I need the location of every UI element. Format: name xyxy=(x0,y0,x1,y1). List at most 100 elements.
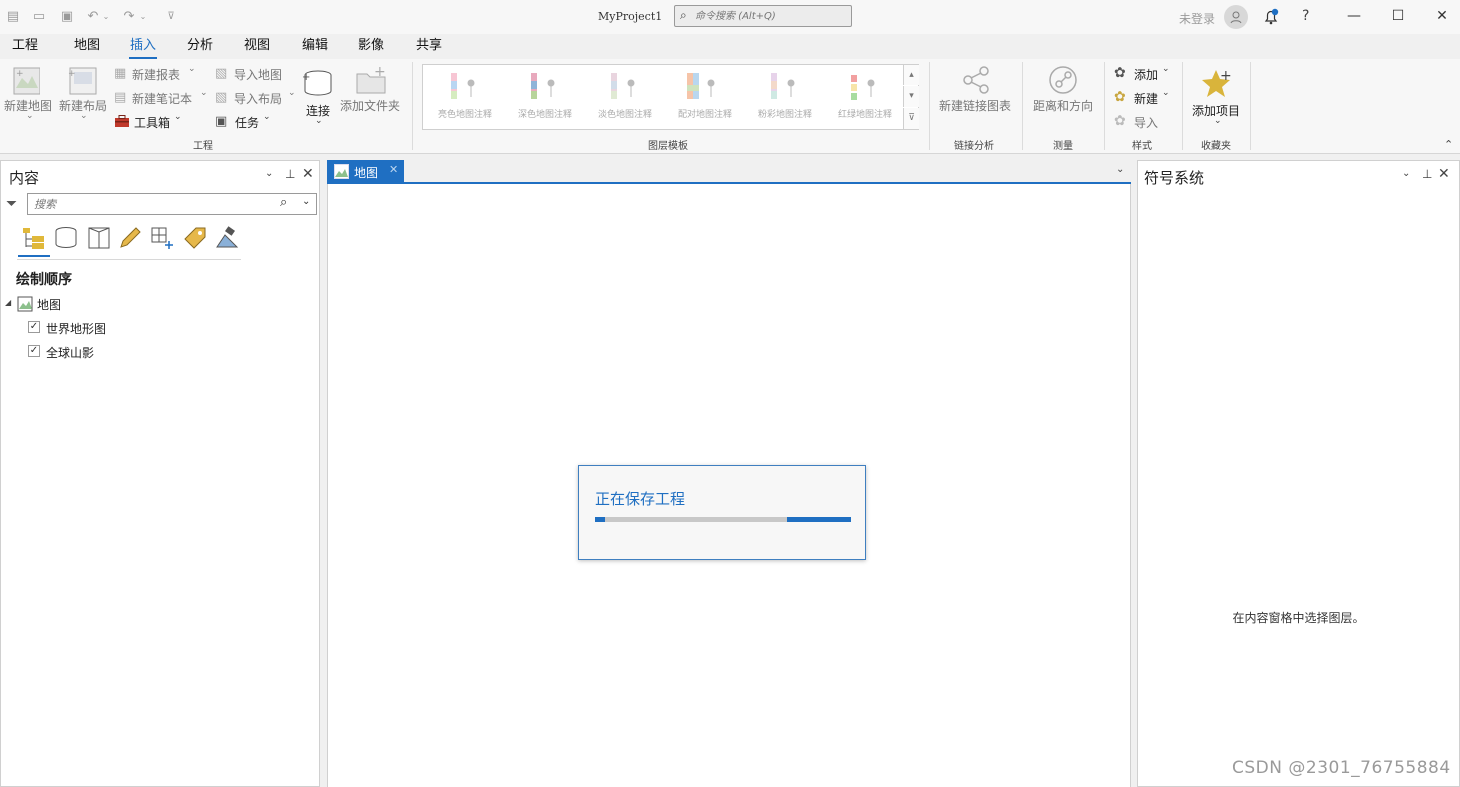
template-item[interactable]: 配对地图注释 xyxy=(667,71,743,121)
pane-options-icon[interactable]: ⌄ xyxy=(1402,168,1410,179)
style-import-icon: ✿ xyxy=(1114,113,1126,129)
list-by-selection-button[interactable] xyxy=(86,225,112,254)
tab-project[interactable]: 工程 xyxy=(12,37,38,57)
new-notebook-label: 新建笔记本 xyxy=(132,92,193,106)
tab-share[interactable]: 共享 xyxy=(416,37,442,57)
help-button[interactable]: ? xyxy=(1302,8,1309,24)
customize-toolbar-icon[interactable]: ⊽ xyxy=(162,8,180,26)
add-item-button[interactable]: + xyxy=(1200,66,1234,103)
tab-insert[interactable]: 插入 xyxy=(130,37,156,57)
list-by-snapping-button[interactable] xyxy=(149,225,175,254)
contents-search-box[interactable]: ⌕ ⌄ xyxy=(27,193,317,215)
pane-options-icon[interactable]: ⌄ xyxy=(265,168,273,179)
progress-bar xyxy=(595,517,851,522)
save-project-icon[interactable]: ▣ xyxy=(58,8,76,26)
chevron-down-icon[interactable]: ⌄ xyxy=(26,111,34,121)
pin-icon[interactable]: ⊥ xyxy=(285,167,295,181)
close-pane-icon[interactable]: ✕ xyxy=(302,166,314,182)
new-report-button[interactable]: ▦ 新建报表 ⌄ xyxy=(114,64,208,82)
contents-search-input[interactable] xyxy=(34,196,274,212)
folder-icon: + xyxy=(356,64,386,94)
connect-button[interactable]: + xyxy=(302,68,334,103)
style-import-button[interactable]: ✿ 导入 xyxy=(1114,113,1164,130)
contents-pane-title: 内容 xyxy=(9,169,40,187)
distance-direction-button[interactable] xyxy=(1047,64,1079,99)
template-item[interactable]: 红绿地图注释 xyxy=(827,71,903,121)
collapse-ribbon-icon[interactable]: ⌃ xyxy=(1444,138,1453,151)
perspective-imagery-icon xyxy=(216,226,239,248)
add-folder-button[interactable]: + xyxy=(356,64,388,99)
new-link-chart-button[interactable] xyxy=(960,64,992,99)
tab-view[interactable]: 视图 xyxy=(244,37,270,57)
open-project-icon[interactable]: ▭ xyxy=(30,8,48,26)
list-by-labeling-button[interactable] xyxy=(182,225,208,254)
pin-icon[interactable]: ⊥ xyxy=(1422,167,1432,181)
layer-name[interactable]: 世界地形图 xyxy=(46,320,106,337)
command-search-input[interactable] xyxy=(695,7,845,25)
tab-analysis[interactable]: 分析 xyxy=(187,37,213,57)
chevron-down-icon: ⌄ xyxy=(1162,88,1170,98)
redo-icon[interactable]: ↷ xyxy=(120,8,138,26)
toolbox-button[interactable]: 工具箱 ⌄ xyxy=(114,112,186,130)
chevron-down-icon[interactable]: ⌄ xyxy=(1214,116,1222,126)
layer-name[interactable]: 全球山影 xyxy=(46,344,94,361)
maximize-button[interactable]: ☐ xyxy=(1384,4,1412,28)
minimize-button[interactable]: — xyxy=(1340,4,1368,28)
template-item[interactable]: 亮色地图注释 xyxy=(427,71,503,121)
drawing-order-icon xyxy=(23,228,44,249)
map-icon xyxy=(334,164,349,179)
tab-edit[interactable]: 编辑 xyxy=(302,37,328,57)
new-report-label: 新建报表 xyxy=(132,68,181,82)
chevron-down-icon[interactable]: ⌄ xyxy=(80,111,88,121)
chevron-down-icon[interactable]: ⌄ xyxy=(315,116,323,126)
close-tab-icon[interactable]: ✕ xyxy=(389,163,398,176)
template-thumbnail-icon xyxy=(451,73,475,99)
layer-checkbox[interactable]: ✓ xyxy=(28,345,40,357)
task-button[interactable]: ▣ 任务 ⌄ xyxy=(215,112,275,130)
style-add-label: 添加 xyxy=(1134,68,1159,82)
map-node-label[interactable]: 地图 xyxy=(37,296,61,313)
map-tab[interactable]: 地图 ✕ xyxy=(327,160,404,184)
user-avatar-icon[interactable] xyxy=(1224,5,1248,29)
gallery-scroll-down-button[interactable]: ▾ xyxy=(903,86,919,107)
close-window-button[interactable]: ✕ xyxy=(1428,4,1456,28)
report-icon: ▦ xyxy=(114,66,127,81)
list-by-drawing-order-button[interactable] xyxy=(19,225,51,257)
tab-imagery[interactable]: 影像 xyxy=(358,37,384,57)
gallery-scroll-up-button[interactable]: ▴ xyxy=(903,64,919,85)
import-layout-button[interactable]: ▧ 导入布局 ⌄ xyxy=(215,88,299,106)
layer-template-gallery[interactable]: 亮色地图注释 深色地图注释 淡色地图注释 配对地图注释 粉彩地图注释 红绿地图注… xyxy=(422,64,919,130)
new-layout-button[interactable]: + xyxy=(66,64,98,99)
redo-dropdown-icon[interactable]: ⌄ xyxy=(138,8,148,26)
list-by-editing-button[interactable] xyxy=(117,225,143,254)
template-item[interactable]: 粉彩地图注释 xyxy=(747,71,823,121)
gallery-expand-button[interactable]: ⊽ xyxy=(903,108,919,129)
notification-bell-icon[interactable] xyxy=(1262,8,1280,26)
symbology-pane: 符号系统 ⌄ ⊥ ✕ 在内容窗格中选择图层。 xyxy=(1137,160,1460,787)
list-by-perspective-button[interactable] xyxy=(214,225,240,254)
list-by-source-button[interactable] xyxy=(53,225,79,254)
filter-icon[interactable]: ⏷ xyxy=(6,196,17,212)
signin-status[interactable]: 未登录 xyxy=(1179,10,1215,27)
layer-checkbox[interactable]: ✓ xyxy=(28,321,40,333)
tab-list-dropdown-icon[interactable]: ⌄ xyxy=(1116,164,1124,175)
new-notebook-button[interactable]: ▤ 新建笔记本 ⌄ xyxy=(114,88,210,106)
style-new-button[interactable]: ✿ 新建 ⌄ xyxy=(1114,88,1176,106)
style-add-button[interactable]: ✿ 添加 ⌄ xyxy=(1114,64,1176,82)
template-label: 亮色地图注释 xyxy=(437,110,492,120)
import-map-button[interactable]: ▧ 导入地图 xyxy=(215,66,285,82)
command-search[interactable]: ⌕ xyxy=(674,5,852,27)
new-project-icon[interactable]: ▤ xyxy=(4,8,22,26)
undo-icon[interactable]: ↶ xyxy=(84,8,102,26)
new-map-button[interactable]: + xyxy=(8,64,41,99)
chevron-down-icon[interactable]: ⌄ xyxy=(302,196,310,207)
search-icon[interactable]: ⌕ xyxy=(280,195,287,210)
style-new-icon: ✿ xyxy=(1114,89,1126,105)
collapse-triangle-icon[interactable]: ◢ xyxy=(5,298,11,307)
tab-map[interactable]: 地图 xyxy=(74,37,100,57)
close-pane-icon[interactable]: ✕ xyxy=(1438,166,1450,182)
template-item[interactable]: 深色地图注释 xyxy=(507,71,583,121)
undo-dropdown-icon[interactable]: ⌄ xyxy=(101,8,111,26)
drawing-order-heading: 绘制顺序 xyxy=(16,272,72,288)
template-item[interactable]: 淡色地图注释 xyxy=(587,71,663,121)
